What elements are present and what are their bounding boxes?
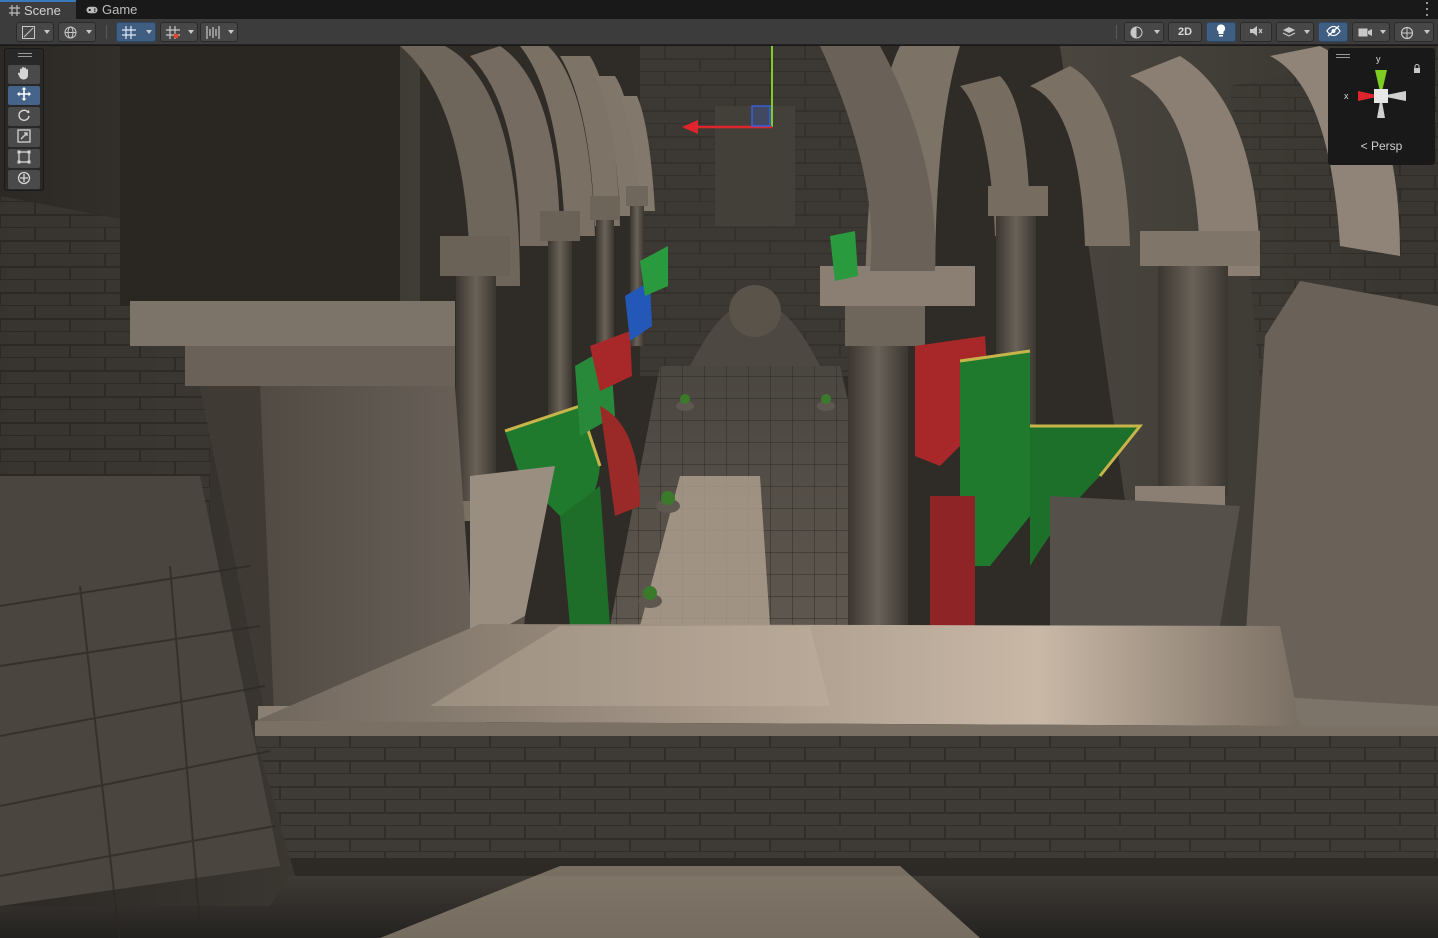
move-tool-button[interactable] <box>8 86 40 105</box>
draw-mode-dropdown[interactable] <box>16 22 54 42</box>
projection-label[interactable]: < Persp <box>1328 139 1435 153</box>
tools-overlay <box>4 48 44 191</box>
scene-render <box>0 46 1438 938</box>
transform-tool-button[interactable] <box>8 170 40 189</box>
gizmo-grip[interactable] <box>1336 54 1350 58</box>
chevron-left-icon: < <box>1360 139 1368 153</box>
rotate-icon <box>17 108 31 125</box>
gizmos-dropdown[interactable] <box>1394 22 1434 42</box>
more-options-icon[interactable] <box>1424 2 1430 16</box>
projection-text: Persp <box>1371 139 1403 153</box>
rect-tool-button[interactable] <box>8 149 40 168</box>
effects-layers-icon <box>1282 26 1296 42</box>
scale-tool-button[interactable] <box>8 128 40 147</box>
move-arrows-icon <box>17 87 31 104</box>
camera-icon <box>1358 27 1373 41</box>
hand-icon <box>17 66 31 83</box>
scene-viewport[interactable]: y x < Persp <box>0 46 1438 938</box>
incremental-snap-dropdown[interactable] <box>160 22 198 42</box>
tab-game-label: Game <box>102 2 138 17</box>
overlay-grip[interactable] <box>18 53 32 57</box>
lighting-toggle[interactable] <box>1206 22 1236 42</box>
effects-dropdown[interactable] <box>1276 22 1314 42</box>
speaker-muted-icon <box>1249 25 1263 40</box>
draw-mode-icon <box>22 26 35 42</box>
global-local-dropdown[interactable] <box>58 22 96 42</box>
shading-sphere-icon <box>1130 26 1143 42</box>
2d-toggle-label: 2D <box>1177 26 1193 38</box>
incremental-snap-icon <box>166 26 180 42</box>
scene-toolbar: 2D <box>0 19 1438 45</box>
scene-visibility-toggle[interactable] <box>1318 22 1348 42</box>
view-tool-button[interactable] <box>8 65 40 84</box>
tab-scene[interactable]: Scene <box>0 0 76 19</box>
align-tools-dropdown[interactable] <box>200 22 238 42</box>
2d-toggle[interactable]: 2D <box>1168 22 1202 42</box>
tab-scene-label: Scene <box>24 3 61 18</box>
audio-toggle[interactable] <box>1240 22 1272 42</box>
grid-snapping-dropdown[interactable] <box>116 22 156 42</box>
axis-cone-graphic <box>1358 70 1406 118</box>
shading-mode-dropdown[interactable] <box>1124 22 1164 42</box>
rotate-tool-button[interactable] <box>8 107 40 126</box>
tab-game[interactable]: Game <box>78 0 148 19</box>
camera-dropdown[interactable] <box>1352 22 1390 42</box>
align-icon <box>206 26 220 42</box>
transform-icon <box>17 171 31 188</box>
rect-transform-icon <box>17 150 31 167</box>
grid-snap-icon <box>122 26 136 42</box>
globe-icon <box>64 26 77 42</box>
tab-bar: Scene Game <box>0 0 1438 19</box>
scale-icon <box>17 129 31 146</box>
eye-slash-icon <box>1325 25 1341 40</box>
gizmos-icon <box>1400 26 1414 43</box>
gamepad-icon <box>86 4 98 16</box>
grid-hash-icon <box>8 5 20 17</box>
orientation-gizmo[interactable]: y x < Persp <box>1328 48 1435 165</box>
lightbulb-icon <box>1216 24 1226 40</box>
